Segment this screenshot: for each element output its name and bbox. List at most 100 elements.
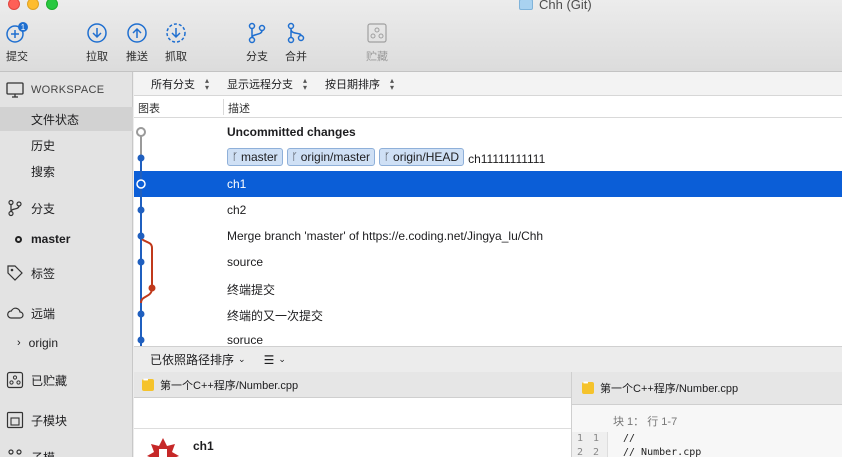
old-line-number: 1 <box>577 433 584 444</box>
toolbar: Chh (Git) 1 提交 拉取 推送 抓取 分支 合并 贮藏 <box>0 0 842 72</box>
stash-button[interactable]: 贮藏 <box>355 22 399 64</box>
folder-icon <box>519 0 533 10</box>
up-down-chevron-icon: ▴ ▾ <box>390 75 395 92</box>
all-branches-label: 所有分支 <box>151 78 195 91</box>
window-title-text: Chh (Git) <box>539 0 592 12</box>
diff-line: 1 1 // <box>572 433 842 445</box>
commit-row[interactable]: Uncommitted changes <box>134 119 842 145</box>
sidebar-submodules-header[interactable]: 子模块 <box>0 408 133 432</box>
commit-node <box>137 232 145 240</box>
branch-icon <box>8 199 22 217</box>
merge-label: 合并 <box>285 51 307 63</box>
push-icon <box>127 23 147 43</box>
sidebar-workspace-header[interactable]: WORKSPACE <box>0 78 133 102</box>
sort-date-dropdown[interactable]: 按日期排序 ▴ ▾ <box>325 76 394 92</box>
commit-list-header: 图表 描述 <box>134 96 842 118</box>
list-icon: ☰ <box>263 352 275 367</box>
old-line-number: 2 <box>577 447 584 457</box>
view-mode-dropdown[interactable]: ☰ ⌄ <box>264 353 286 367</box>
commit-graph <box>136 127 156 346</box>
current-branch-dot-icon <box>15 235 22 243</box>
changed-file-row[interactable]: 第一个C++程序/Number.cpp <box>134 372 571 398</box>
commit-node <box>137 336 145 344</box>
chevron-down-icon: ⌄ <box>278 354 286 364</box>
sidebar-item-history[interactable]: 历史 <box>0 133 133 157</box>
zoom-window-button[interactable] <box>46 0 58 10</box>
sort-by-path-dropdown[interactable]: 已依照路径排序 ⌄ <box>150 351 246 368</box>
fetch-label: 抓取 <box>165 51 187 63</box>
commit-node <box>148 284 156 292</box>
branch-small-icon: ᚴ <box>232 151 238 163</box>
diff-file-header: 第一个C++程序/Number.cpp <box>572 372 842 405</box>
branches-label: 分支 <box>31 201 56 216</box>
origin-label: origin <box>28 336 59 350</box>
ref-badge-origin-head[interactable]: ᚴ origin/HEAD <box>379 148 465 166</box>
chevron-right-icon[interactable]: › <box>17 337 21 349</box>
sidebar-branches-header[interactable]: 分支 <box>0 196 133 220</box>
cloud-icon <box>7 307 24 319</box>
commit-message: ch11111111111 <box>468 151 546 166</box>
commit-message: Merge branch 'master' of https://e.codin… <box>227 229 544 243</box>
ref-badge-origin-master[interactable]: ᚴ origin/master <box>286 148 376 166</box>
ref-label: origin/HEAD <box>393 150 460 164</box>
commit-row-selected[interactable]: ch1 <box>134 171 842 197</box>
fetch-button[interactable]: 抓取 <box>154 22 198 64</box>
minimize-window-button[interactable] <box>27 0 39 10</box>
tag-icon <box>7 265 23 281</box>
commit-message: source <box>227 255 264 269</box>
stash-icon <box>367 23 387 43</box>
column-divider[interactable] <box>223 99 224 115</box>
stashes-label: 已贮藏 <box>31 373 68 388</box>
close-window-button[interactable] <box>8 0 20 10</box>
commit-row[interactable]: Merge branch 'master' of https://e.codin… <box>134 223 842 249</box>
commit-message: 终端的又一次提交 <box>227 309 324 323</box>
partial-label: 子模 <box>31 449 55 457</box>
sidebar-tags-header[interactable]: 标签 <box>0 261 133 285</box>
commit-author: ch1 <box>193 439 214 453</box>
commit-message: 终端提交 <box>227 283 276 297</box>
commit-message: soruce <box>227 333 264 346</box>
commit-row[interactable]: source <box>134 249 842 275</box>
show-remote-dropdown[interactable]: 显示远程分支 ▴ ▾ <box>227 76 307 92</box>
description-column-header[interactable]: 描述 <box>228 100 250 116</box>
graph-column-header[interactable]: 图表 <box>138 100 160 116</box>
commit-row[interactable]: 终端提交 <box>134 275 842 301</box>
show-remote-label: 显示远程分支 <box>227 78 294 91</box>
sidebar: WORKSPACE 文件状态 历史 搜索 分支 master 标签 远端 › o… <box>0 72 133 457</box>
filter-bar: 所有分支 ▴ ▾ 显示远程分支 ▴ ▾ 按日期排序 ▴ ▾ <box>134 72 842 96</box>
merge-button[interactable]: 合并 <box>274 22 318 64</box>
ref-badge-master[interactable]: ᚴ master <box>227 148 283 166</box>
sidebar-item-master[interactable]: master <box>0 227 133 251</box>
commit-row[interactable]: ᚴ master ᚴ origin/master ᚴ origin/HEAD ch11… <box>134 145 842 171</box>
changed-file-path: 第一个C++程序/Number.cpp <box>160 379 299 392</box>
sidebar-stashes-header[interactable]: 已贮藏 <box>0 368 133 392</box>
commit-row[interactable]: soruce <box>134 327 842 346</box>
all-branches-dropdown[interactable]: 所有分支 ▴ ▾ <box>151 76 209 92</box>
commit-list: Uncommitted changes ᚴ master ᚴ origin/mast… <box>134 118 842 346</box>
up-down-chevron-icon: ▴ ▾ <box>303 75 308 92</box>
code-text: // <box>623 433 636 444</box>
commit-button[interactable]: 1 提交 <box>0 22 39 64</box>
branch-button[interactable]: 分支 <box>235 22 279 64</box>
commit-row[interactable]: ch2 <box>134 197 842 223</box>
master-branch-label: master <box>31 232 71 246</box>
push-label: 推送 <box>126 51 148 63</box>
pull-icon <box>87 23 107 43</box>
sidebar-partial-header[interactable]: 子模 <box>0 445 133 457</box>
pull-button[interactable]: 拉取 <box>75 22 119 64</box>
sidebar-item-search[interactable]: 搜索 <box>0 159 133 183</box>
submodule-icon <box>6 411 24 429</box>
monitor-icon <box>6 82 24 98</box>
sidebar-item-file-status[interactable]: 文件状态 <box>0 107 133 131</box>
branch-small-icon: ᚴ <box>291 151 298 163</box>
subtree-icon <box>8 449 22 455</box>
sidebar-item-origin[interactable]: › origin <box>0 331 133 355</box>
window-title: Chh (Git) <box>519 0 592 12</box>
commit-message: ch1 <box>227 177 247 191</box>
commit-row[interactable]: 终端的又一次提交 <box>134 301 842 327</box>
commit-node <box>137 206 145 214</box>
modified-file-icon <box>142 377 154 391</box>
push-button[interactable]: 推送 <box>115 22 159 64</box>
sidebar-remotes-header[interactable]: 远端 <box>0 301 133 325</box>
ref-label: master <box>241 150 278 164</box>
